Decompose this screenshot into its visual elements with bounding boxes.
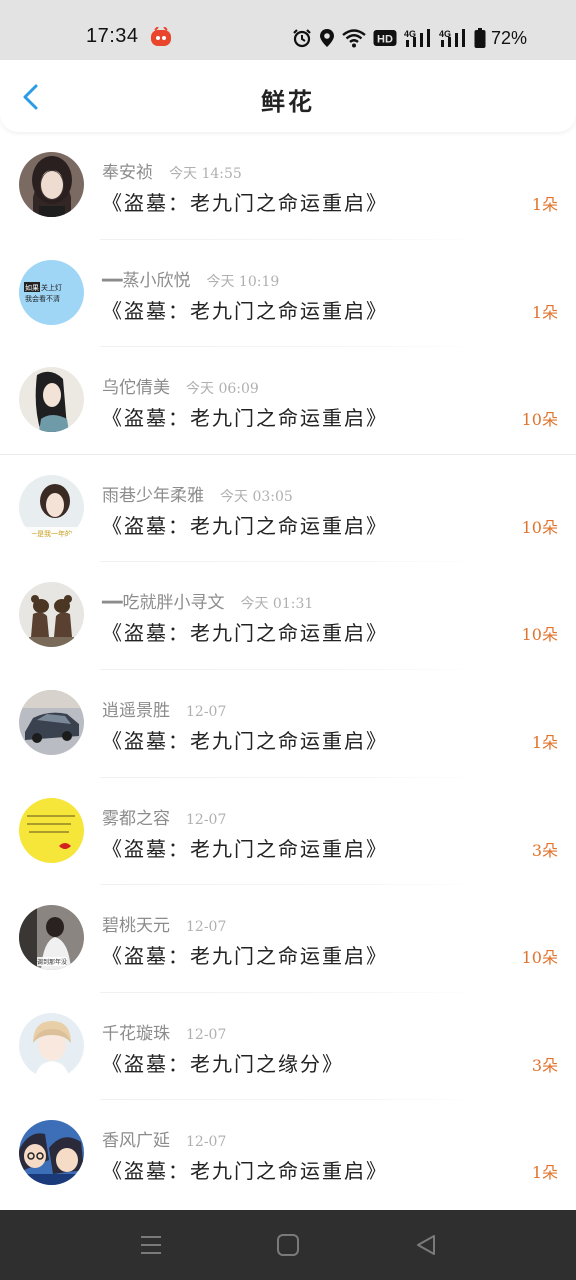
- sender-line: 奉安祯 今天 14:55: [102, 158, 242, 183]
- flower-count: 10朵: [521, 948, 558, 968]
- book-title: 《盗墓：老九门之命运重启》: [102, 1159, 388, 1184]
- list-item[interactable]: 奉安祯 今天 14:55 《盗墓：老九门之命运重启》 1朵: [0, 132, 576, 240]
- avatar-text: 一是我一年的: [30, 529, 72, 538]
- sender-name: 香风广延: [102, 1131, 170, 1152]
- gift-time: 12-07: [186, 811, 227, 828]
- list-item[interactable]: 一是我一年的 雨巷少年柔雅 今天 03:05 《盗墓：老九门之命运重启》 10朵: [0, 455, 576, 563]
- list-item[interactable]: 乌佗倩美 今天 06:09 《盗墓：老九门之命运重启》 10朵: [0, 347, 576, 455]
- flower-count: 3朵: [531, 1055, 558, 1075]
- avatar[interactable]: [19, 797, 84, 863]
- avatar[interactable]: [19, 367, 84, 433]
- menu-icon[interactable]: [138, 1232, 164, 1258]
- flower-count: 1朵: [531, 1163, 558, 1183]
- list-item[interactable]: 调到那年没 碧桃天元 12-07 《盗墓：老九门之命运重启》 10朵: [0, 885, 576, 993]
- gift-time: 今天 03:05: [220, 488, 293, 505]
- book-title: 《盗墓：老九门之命运重启》: [102, 836, 388, 861]
- flower-count: 1朵: [531, 195, 558, 214]
- avatar[interactable]: [19, 689, 84, 755]
- alarm-icon: [292, 28, 312, 48]
- avatar[interactable]: [19, 152, 84, 217]
- sender-line: 碧桃天元 12-07: [102, 911, 226, 936]
- list-item[interactable]: 千花璇珠 12-07 《盗墓：老九门之缘分》 3朵: [0, 993, 576, 1101]
- sender-line: 雾都之容 12-07: [102, 804, 226, 829]
- signal-4g-icon: 4G: [439, 28, 467, 48]
- gift-time: 今天 01:31: [240, 596, 314, 613]
- wifi-icon: [342, 28, 366, 48]
- gift-time: 今天 06:09: [186, 381, 259, 398]
- hd-label: HD: [377, 34, 393, 46]
- sender-line: ━━蒸小欣悦 今天 10:19: [102, 266, 279, 291]
- sender-name: 雨巷少年柔雅: [102, 485, 204, 506]
- location-icon: [319, 28, 335, 48]
- gift-time: 今天 14:55: [169, 166, 242, 182]
- flower-count: 10朵: [521, 625, 558, 645]
- book-title: 《盗墓：老九门之命运重启》: [102, 944, 388, 969]
- list-item[interactable]: 雾都之容 12-07 《盗墓：老九门之命运重启》 3朵: [0, 778, 576, 886]
- gift-time: 12-07: [186, 919, 227, 936]
- gift-time: 12-07: [186, 703, 227, 720]
- book-title: 《盗墓：老九门之命运重启》: [102, 513, 388, 538]
- list-item[interactable]: 逍遥景胜 12-07 《盗墓：老九门之命运重启》 1朵: [0, 670, 576, 778]
- avatar[interactable]: [19, 1012, 84, 1078]
- sender-line: 香风广延 12-07: [102, 1126, 226, 1151]
- book-title: 《盗墓：老九门之命运重启》: [102, 298, 388, 323]
- flower-count: 1朵: [531, 302, 558, 322]
- sender-name: 乌佗倩美: [102, 378, 170, 399]
- book-title: 《盗墓：老九门之命运重启》: [102, 406, 388, 431]
- sender-line: 千花璇珠 12-07: [102, 1019, 226, 1044]
- avatar-text: 我会看不清: [25, 294, 60, 303]
- book-title: 《盗墓：老九门之命运重启》: [102, 728, 388, 753]
- sender-line: 雨巷少年柔雅 今天 03:05: [102, 481, 293, 506]
- flower-gift-list: 奉安祯 今天 14:55 《盗墓：老九门之命运重启》 1朵 如果 关上灯 我会看不…: [0, 132, 576, 1208]
- system-nav-bar: [0, 1210, 576, 1280]
- sender-name: 雾都之容: [102, 808, 170, 829]
- flower-count: 10朵: [521, 517, 558, 537]
- sender-name: ━━吃就胖小寻文: [102, 593, 225, 614]
- book-title: 《盗墓：老九门之命运重启》: [102, 621, 388, 646]
- sender-name: 碧桃天元: [102, 916, 170, 937]
- hd-icon: HD: [373, 29, 397, 47]
- avatar[interactable]: 一是我一年的: [19, 474, 84, 540]
- battery-percent: 72%: [491, 27, 528, 48]
- sender-name: 千花璇珠: [102, 1023, 170, 1044]
- app-notification-icon: [150, 26, 172, 47]
- gift-time: 12-07: [186, 1134, 227, 1151]
- flower-count: 10朵: [521, 410, 558, 430]
- status-time: 17:34: [86, 25, 139, 47]
- avatar[interactable]: [19, 582, 84, 648]
- list-item[interactable]: 香风广延 12-07 《盗墓：老九门之命运重启》 1朵: [0, 1100, 576, 1208]
- header: 鲜花: [0, 60, 576, 132]
- avatar-text: 如果: [25, 283, 39, 292]
- status-icons: HD 4G 4G 72%: [292, 26, 527, 50]
- list-item[interactable]: ━━吃就胖小寻文 今天 01:31 《盗墓：老九门之命运重启》 10朵: [0, 562, 576, 670]
- book-title: 《盗墓：老九门之命运重启》: [102, 191, 388, 215]
- book-title: 《盗墓：老九门之缘分》: [102, 1051, 344, 1076]
- gift-time: 12-07: [186, 1026, 227, 1043]
- sender-line: 逍遥景胜 12-07: [102, 696, 226, 721]
- flower-count: 3朵: [531, 840, 558, 860]
- home-square-icon[interactable]: [275, 1232, 301, 1258]
- sender-name: 奉安祯: [102, 163, 153, 183]
- avatar-text: 调到那年没: [37, 958, 67, 966]
- sender-name: ━━蒸小欣悦: [102, 270, 191, 291]
- battery-icon: [474, 28, 486, 48]
- avatar[interactable]: 如果 关上灯 我会看不清: [19, 259, 84, 325]
- sender-line: ━━吃就胖小寻文 今天 01:31: [102, 588, 313, 613]
- signal-4g-icon: 4G: [404, 28, 432, 48]
- list-item[interactable]: 如果 关上灯 我会看不清 ━━蒸小欣悦 今天 10:19 《盗墓：老九门之命运重启…: [0, 240, 576, 348]
- avatar[interactable]: [19, 1120, 84, 1186]
- back-triangle-icon[interactable]: [413, 1232, 439, 1258]
- status-bar: 17:34 HD 4G 4G 72%: [0, 0, 576, 60]
- flower-count: 1朵: [531, 732, 558, 752]
- sender-line: 乌佗倩美 今天 06:09: [102, 373, 259, 398]
- sender-name: 逍遥景胜: [102, 700, 170, 721]
- gift-time: 今天 10:19: [206, 273, 280, 290]
- avatar-text: 关上灯: [41, 283, 62, 292]
- avatar[interactable]: 调到那年没: [19, 905, 84, 971]
- page-title: 鲜花: [261, 87, 315, 116]
